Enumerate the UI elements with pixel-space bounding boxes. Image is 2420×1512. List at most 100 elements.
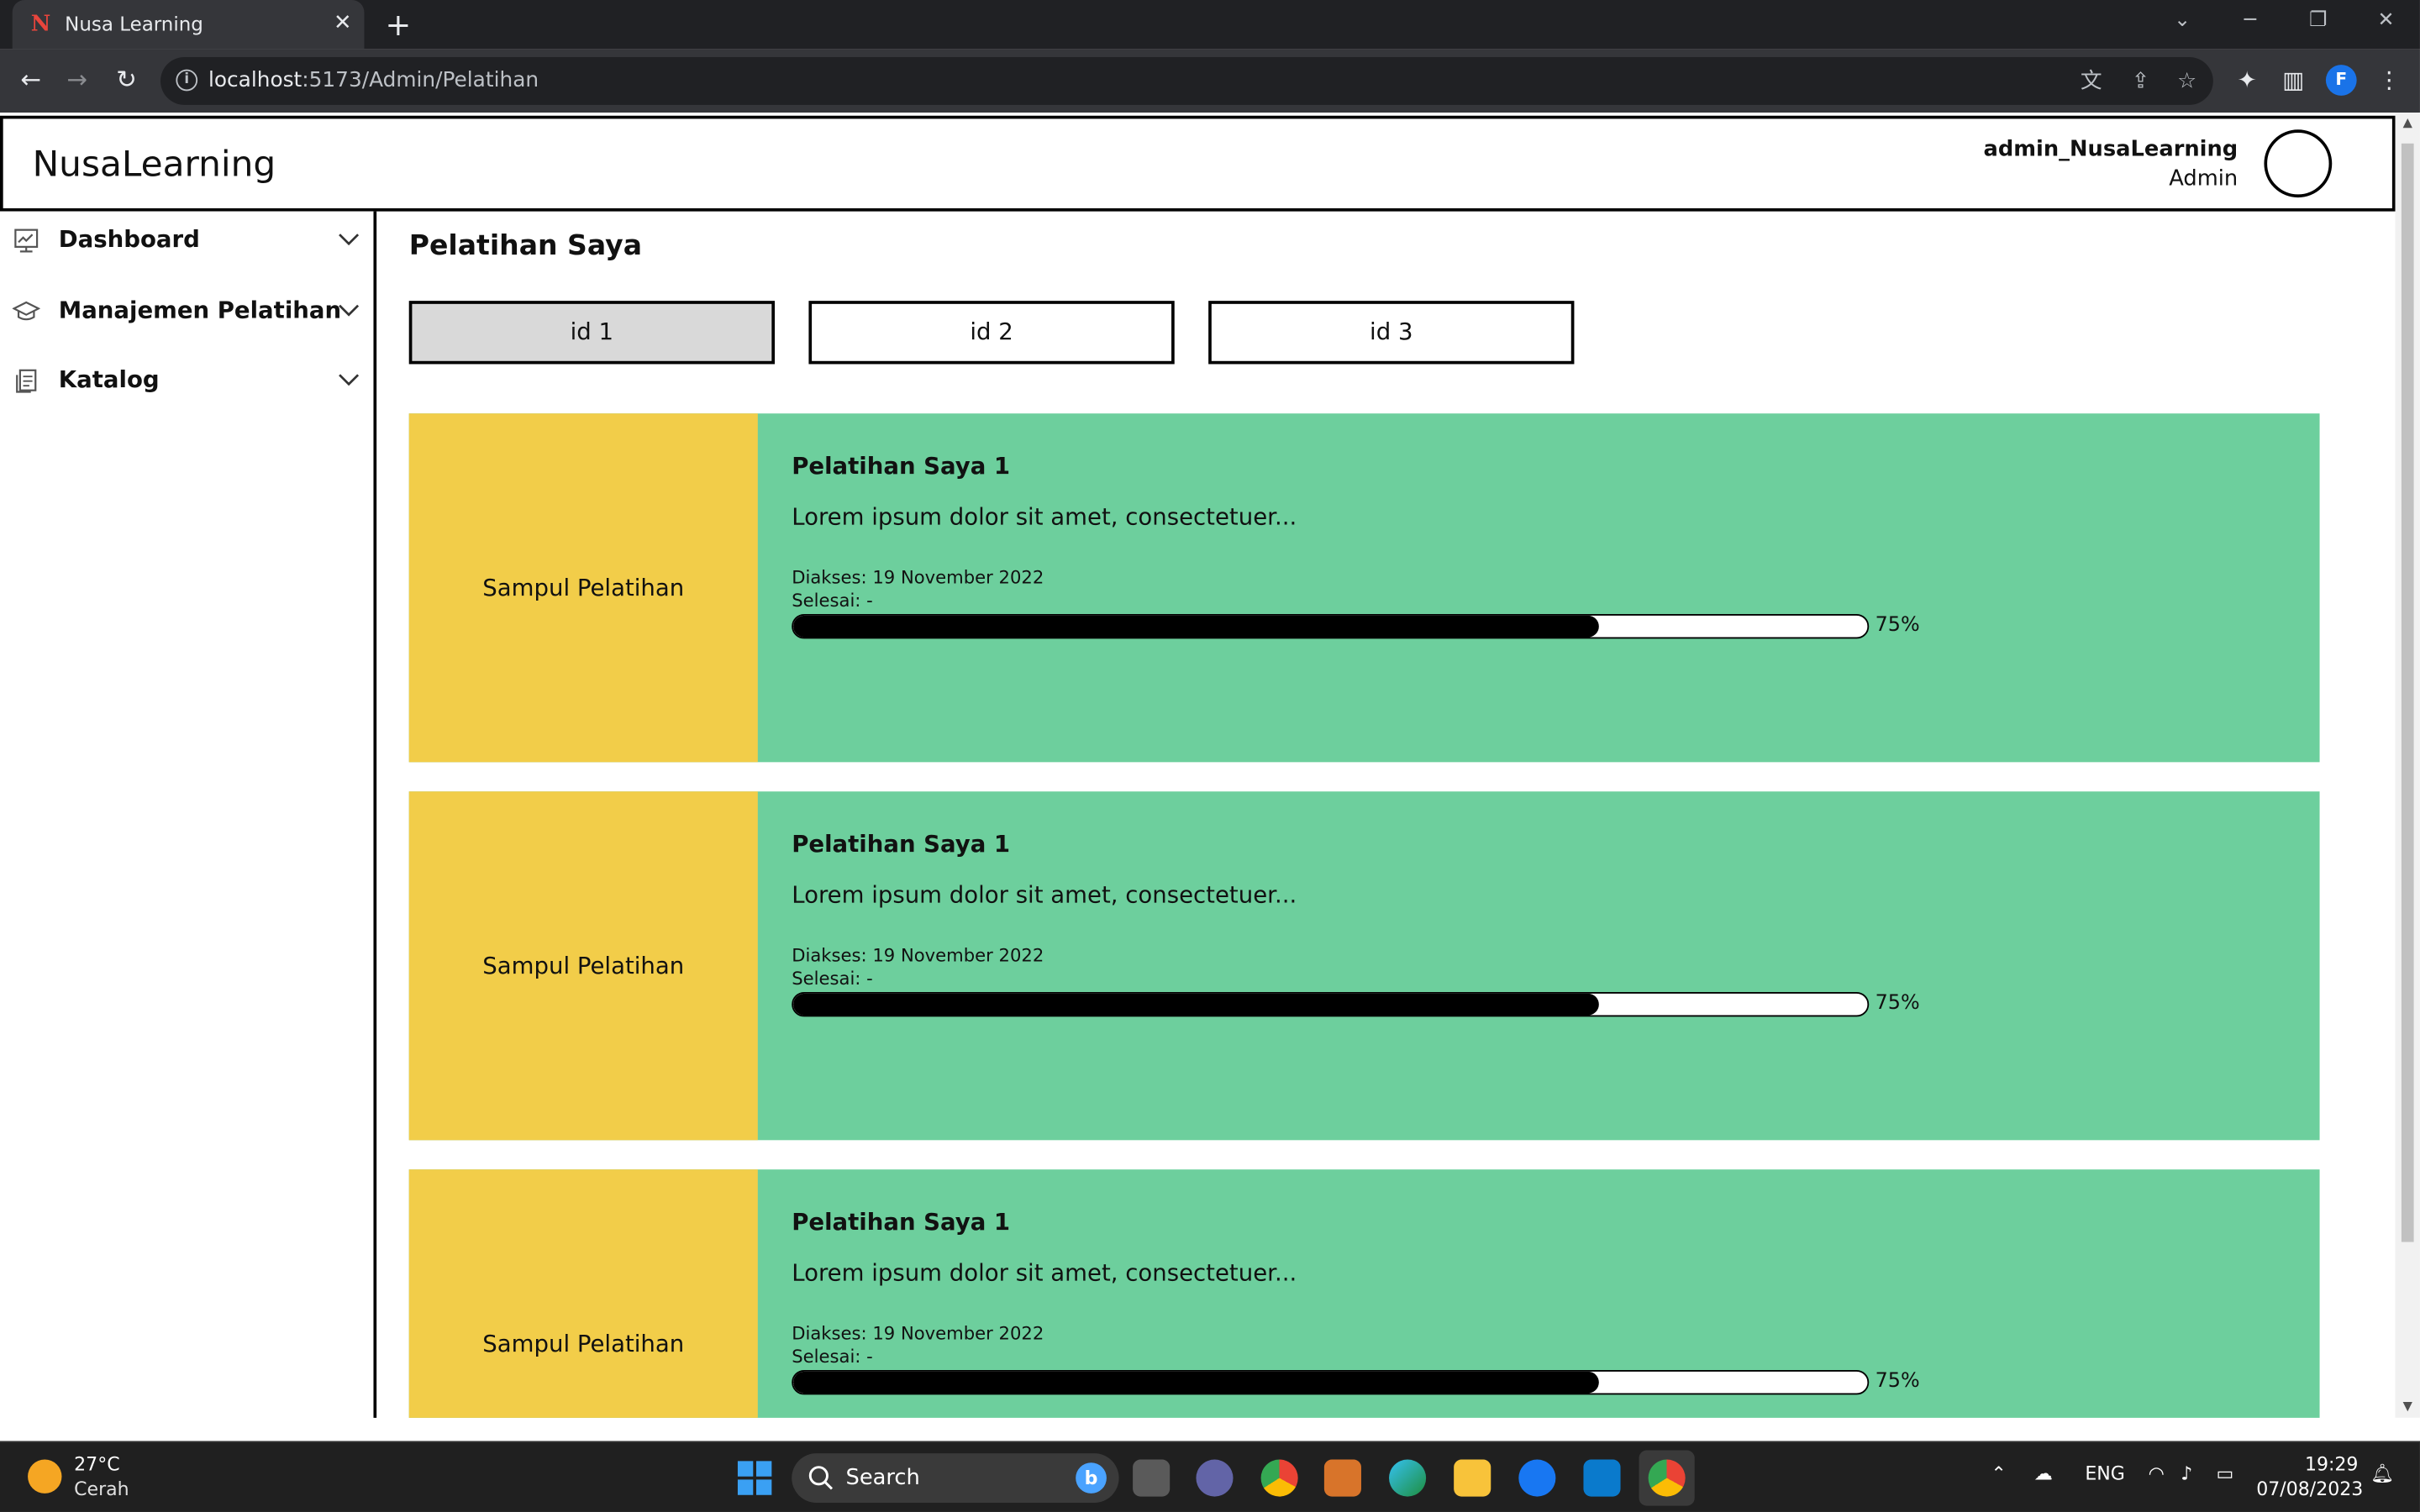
extensions-icon[interactable]: ✦	[2228, 61, 2265, 98]
sidebar: Dashboard Manajemen Pelatihan Katalog	[0, 211, 377, 1418]
browser-tabstrip: N Nusa Learning ✕ + ⌄ ─ ❐ ✕	[0, 0, 2420, 50]
progress-fill	[793, 1371, 1599, 1394]
chart-board-icon	[14, 228, 39, 253]
menu-icon[interactable]: ⋮	[2370, 61, 2407, 98]
close-window-icon[interactable]: ✕	[2367, 6, 2404, 37]
progress-fill	[793, 993, 1599, 1016]
minimize-icon[interactable]: ─	[2232, 6, 2269, 37]
app-header: NusaLearning admin_NusaLearning Admin	[0, 115, 2396, 212]
sidebar-item-manajemen-pelatihan[interactable]: Manajemen Pelatihan	[0, 287, 373, 337]
info-icon[interactable]: i	[176, 69, 198, 92]
graduation-cap-icon	[12, 301, 40, 321]
page-viewport: NusaLearning admin_NusaLearning Admin Da…	[0, 113, 2420, 1418]
training-title: Pelatihan Saya 1	[792, 830, 1011, 858]
chrome-icon[interactable]	[1260, 1459, 1298, 1497]
bing-icon[interactable]: b	[1076, 1462, 1107, 1494]
accessed-date: Diakses: 19 November 2022	[792, 944, 1044, 966]
training-cover: Sampul Pelatihan	[408, 413, 758, 763]
nusa-favicon-icon: N	[30, 12, 51, 38]
catalog-icon	[16, 369, 37, 393]
sidebar-item-katalog[interactable]: Katalog	[0, 356, 373, 406]
file-explorer-icon[interactable]	[1454, 1459, 1491, 1497]
finished-date: Selesai: -	[792, 967, 873, 990]
accessed-date: Diakses: 19 November 2022	[792, 1322, 1044, 1344]
windows-start-icon[interactable]	[737, 1461, 772, 1495]
taskbar-search[interactable]: Search b	[792, 1453, 1119, 1503]
progress-bar	[792, 991, 1870, 1017]
edge-icon[interactable]	[1389, 1459, 1427, 1497]
new-tab-button[interactable]: +	[383, 6, 414, 43]
side-panel-icon[interactable]: ▥	[2275, 61, 2312, 98]
browser-toolbar: ← → ↻ i localhost:5173/Admin/Pelatihan 文…	[0, 49, 2420, 113]
chevron-down-icon[interactable]	[336, 370, 360, 389]
tab-search-icon[interactable]: ⌄	[2164, 6, 2201, 37]
tab-id-3[interactable]: id 3	[1208, 301, 1575, 365]
onedrive-icon[interactable]: ☁	[2034, 1462, 2053, 1484]
tab-id-2[interactable]: id 2	[808, 301, 1175, 365]
facebook-icon[interactable]	[1518, 1459, 1556, 1497]
weather-description: Cerah	[74, 1478, 129, 1500]
vertical-scrollbar[interactable]: ▲ ▼	[2395, 113, 2420, 1418]
finished-date: Selesai: -	[792, 589, 873, 612]
weather-moon-icon[interactable]	[28, 1459, 62, 1494]
volume-icon[interactable]: ♪	[2181, 1462, 2192, 1484]
wifi-icon[interactable]: ◠	[2149, 1462, 2165, 1484]
avatar[interactable]	[2264, 129, 2333, 198]
reload-icon[interactable]: ↻	[108, 61, 145, 98]
brand-logo[interactable]: NusaLearning	[33, 145, 276, 186]
chevron-up-icon[interactable]: ⌃	[1991, 1462, 2006, 1484]
progress-fill	[793, 615, 1599, 638]
restore-icon[interactable]: ❐	[2300, 6, 2337, 37]
translate-icon[interactable]: 文	[2075, 65, 2108, 98]
chrome-profile-icon[interactable]	[1639, 1450, 1695, 1506]
search-icon	[808, 1466, 834, 1490]
training-description: Lorem ipsum dolor sit amet, consectetuer…	[792, 502, 1297, 531]
sidebar-item-label: Manajemen Pelatihan	[58, 296, 342, 324]
bookmark-star-icon[interactable]: ☆	[2170, 65, 2203, 98]
sidebar-item-label: Katalog	[58, 365, 160, 394]
clock-date[interactable]: 07/08/2023	[2256, 1478, 2363, 1500]
sidebar-item-label: Dashboard	[58, 225, 200, 254]
forward-icon[interactable]: →	[59, 61, 96, 98]
training-title: Pelatihan Saya 1	[792, 452, 1011, 480]
media-player-icon[interactable]	[1323, 1459, 1361, 1497]
battery-icon[interactable]: ▭	[2217, 1462, 2234, 1484]
scroll-up-icon[interactable]: ▲	[2396, 113, 2420, 134]
training-card[interactable]: Sampul Pelatihan Pelatihan Saya 1 Lorem …	[408, 1169, 2320, 1418]
main-content: Pelatihan Saya id 1 id 2 id 3 Sampul Pel…	[376, 212, 2395, 1418]
tab-id-1[interactable]: id 1	[408, 301, 776, 365]
teams-chat-icon[interactable]	[1196, 1459, 1234, 1497]
tab-close-icon[interactable]: ✕	[330, 9, 355, 37]
training-description: Lorem ipsum dolor sit amet, consectetuer…	[792, 880, 1297, 909]
tab-title: Nusa Learning	[65, 12, 203, 36]
training-card[interactable]: Sampul Pelatihan Pelatihan Saya 1 Lorem …	[408, 791, 2320, 1141]
browser-tab[interactable]: N Nusa Learning ✕	[12, 0, 365, 50]
address-bar[interactable]: i localhost:5173/Admin/Pelatihan 文 ⇪ ☆	[160, 56, 2213, 105]
training-card[interactable]: Sampul Pelatihan Pelatihan Saya 1 Lorem …	[408, 413, 2320, 763]
training-title: Pelatihan Saya 1	[792, 1208, 1011, 1236]
training-description: Lorem ipsum dolor sit amet, consectetuer…	[792, 1258, 1297, 1287]
progress-percent: 75%	[1875, 991, 1920, 1016]
progress-percent: 75%	[1875, 1369, 1920, 1394]
training-cover: Sampul Pelatihan	[408, 791, 758, 1141]
progress-bar	[792, 614, 1870, 639]
accessed-date: Diakses: 19 November 2022	[792, 566, 1044, 588]
share-icon[interactable]: ⇪	[2123, 65, 2157, 98]
chevron-down-icon[interactable]	[336, 301, 360, 319]
user-role: Admin	[2169, 166, 2238, 192]
sidebar-item-dashboard[interactable]: Dashboard	[0, 216, 373, 265]
vscode-icon[interactable]	[1583, 1459, 1621, 1497]
notification-bell-icon[interactable]: 🔔︎	[2370, 1462, 2394, 1484]
progress-percent: 75%	[1875, 614, 1920, 638]
scroll-down-icon[interactable]: ▼	[2396, 1396, 2420, 1418]
vertical-scroll-thumb[interactable]	[2401, 143, 2414, 1242]
cover-label: Sampul Pelatihan	[482, 574, 685, 602]
clock-time[interactable]: 19:29	[2269, 1453, 2359, 1475]
task-view-icon[interactable]	[1133, 1459, 1171, 1497]
training-cover: Sampul Pelatihan	[408, 1169, 758, 1418]
language-indicator[interactable]: ENG	[2085, 1462, 2124, 1484]
back-icon[interactable]: ←	[13, 61, 50, 98]
weather-temperature: 27°C	[74, 1453, 120, 1475]
chevron-down-icon[interactable]	[336, 230, 360, 249]
profile-avatar[interactable]: F	[2325, 65, 2357, 96]
